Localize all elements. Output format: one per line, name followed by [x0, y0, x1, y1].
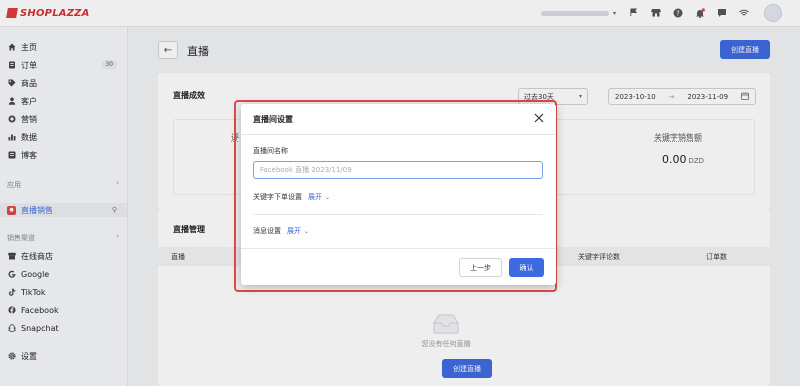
previous-step-button[interactable]: 上一步: [459, 258, 502, 277]
keyword-order-settings-label: 关键字下单设置: [253, 193, 302, 201]
keyword-order-settings-row: 关键字下单设置 展开 ⌄: [253, 192, 330, 202]
dialog-title: 直播间设置: [253, 115, 293, 124]
message-settings-label: 消息设置: [253, 227, 281, 235]
close-icon[interactable]: [532, 111, 546, 125]
message-settings-expand-toggle[interactable]: 展开 ⌄: [287, 226, 309, 236]
dialog-footer-divider: [241, 248, 556, 249]
live-room-name-label: 直播间名称: [253, 147, 288, 155]
expand-label: 展开: [287, 227, 301, 235]
live-room-name-input[interactable]: [253, 161, 543, 179]
message-settings-row: 消息设置 展开 ⌄: [253, 226, 309, 236]
section-divider: [253, 214, 543, 215]
keyword-order-expand-toggle[interactable]: 展开 ⌄: [308, 192, 330, 202]
chevron-down-icon: ⌄: [304, 227, 310, 235]
confirm-button[interactable]: 确认: [509, 258, 544, 277]
dialog-header-divider: [241, 134, 556, 135]
chevron-down-icon: ⌄: [325, 193, 331, 201]
expand-label: 展开: [308, 193, 322, 201]
live-room-settings-dialog: 直播间设置 直播间名称 关键字下单设置 展开 ⌄ 消息设置 展开 ⌄ 上一步 确…: [241, 104, 556, 285]
